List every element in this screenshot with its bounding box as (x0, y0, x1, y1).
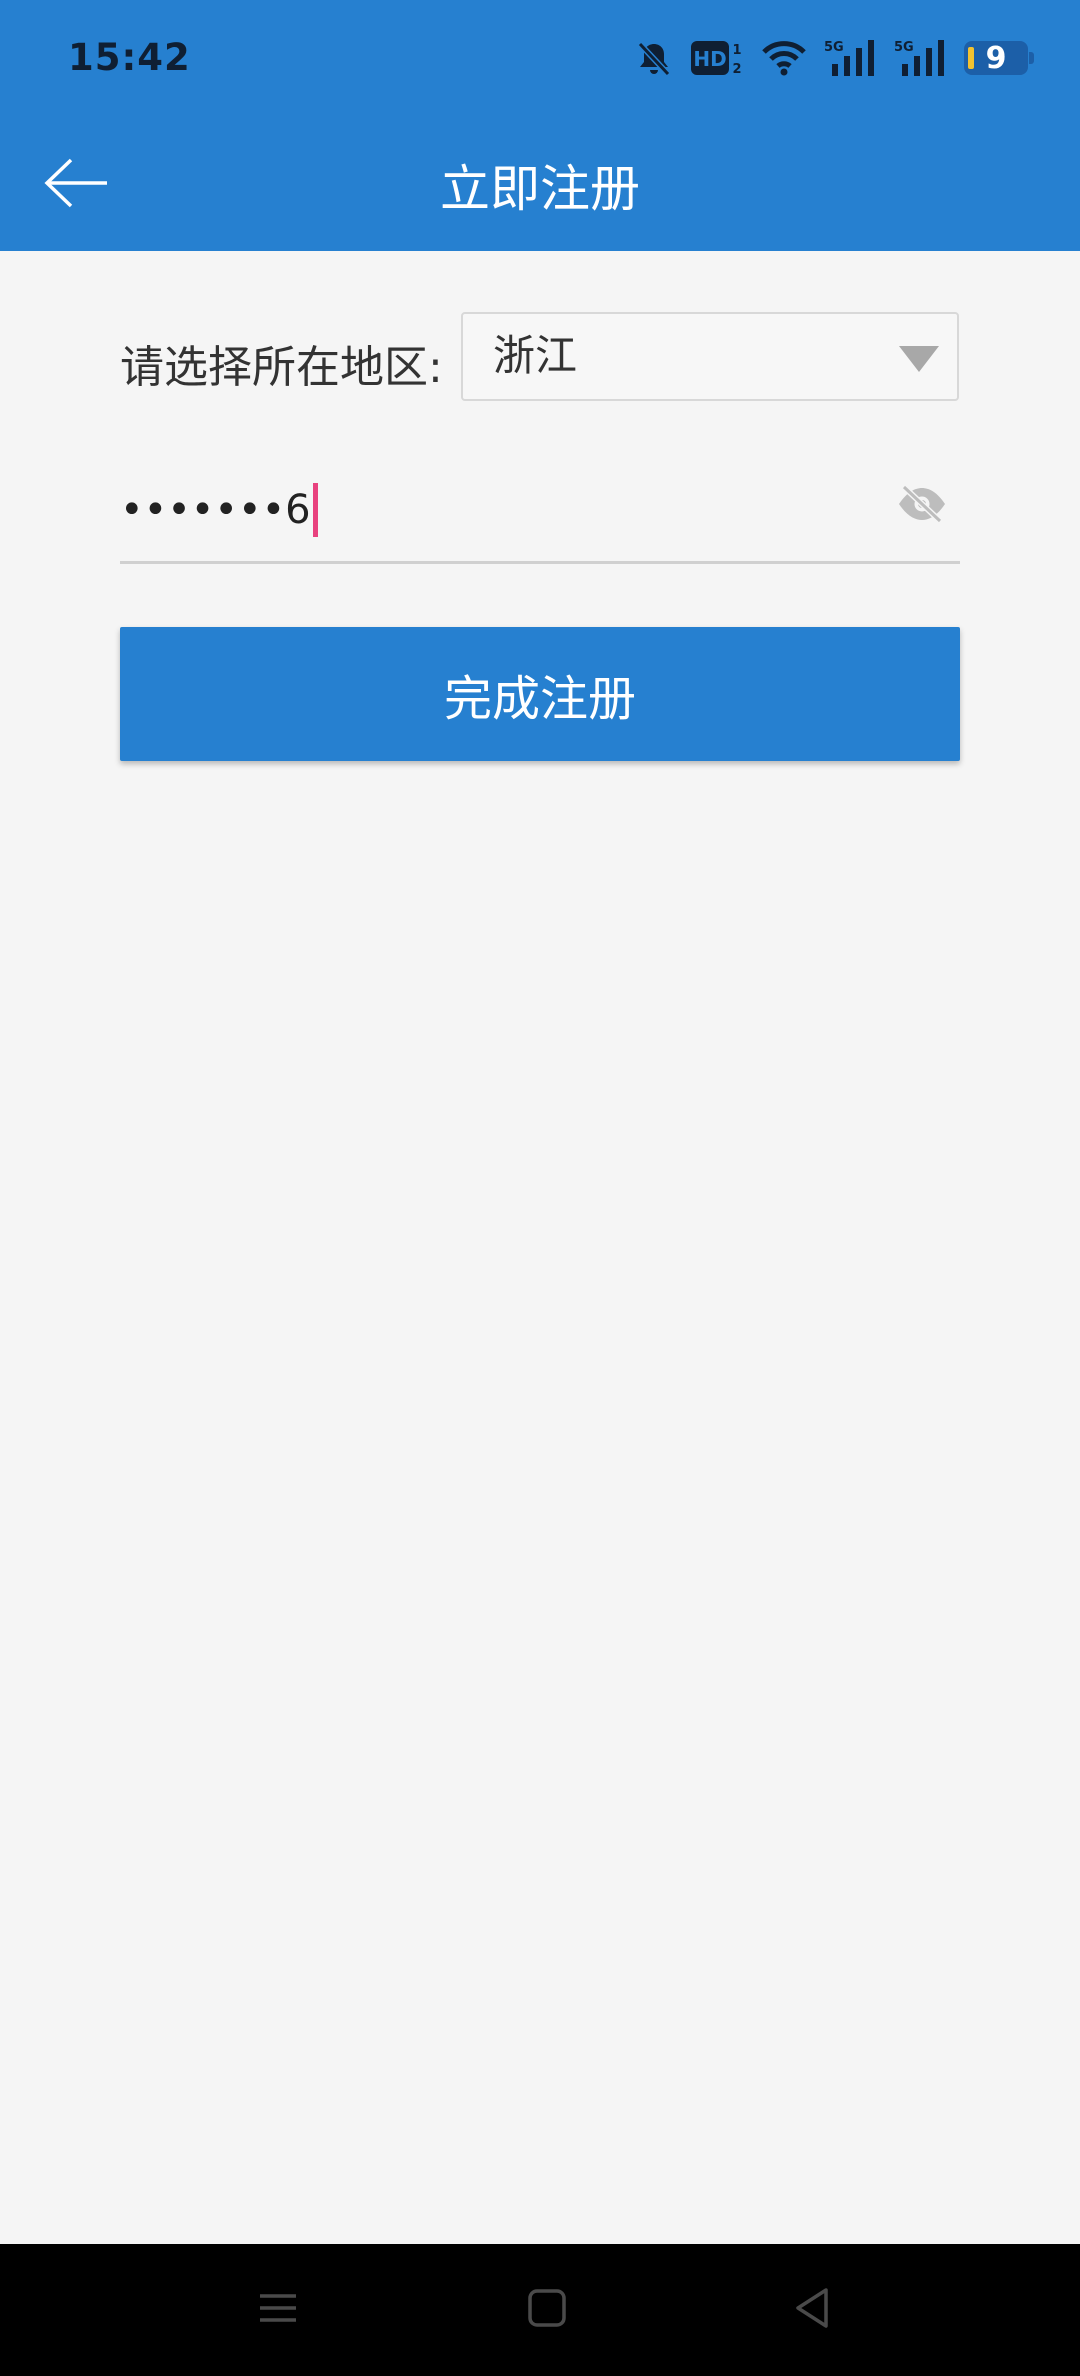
hd-voice-icon: HD 1 2 (690, 38, 744, 78)
bell-off-icon (634, 38, 674, 78)
complete-register-button[interactable]: 完成注册 (120, 627, 960, 761)
region-select[interactable]: 浙江 (461, 312, 959, 401)
password-field[interactable]: •••••••6 (120, 460, 960, 564)
signal-5g-icon: 5G (894, 38, 948, 78)
text-caret (312, 483, 318, 537)
back-icon (792, 2286, 832, 2334)
wifi-icon (760, 38, 808, 78)
nav-menu-button[interactable] (238, 2274, 318, 2346)
region-selected-value: 浙江 (493, 331, 578, 380)
password-value-wrapper: •••••••6 (120, 472, 318, 548)
menu-icon (258, 2288, 298, 2332)
home-icon (527, 2288, 567, 2332)
password-value: •••••••6 (120, 487, 311, 533)
svg-text:1: 1 (732, 43, 741, 58)
register-screen: 15:42 HD 1 2 5G 5G 9 立即注册 请选择所在地区: 浙江 ••… (0, 0, 1080, 2376)
region-label: 请选择所在地区: (120, 342, 443, 393)
battery-level: 9 (985, 40, 1007, 76)
dropdown-arrow-icon (899, 346, 939, 372)
svg-text:HD: HD (693, 47, 726, 71)
svg-text:2: 2 (732, 62, 741, 77)
page-title: 立即注册 (440, 160, 640, 218)
svg-text:5G: 5G (894, 40, 914, 55)
system-nav-bar (0, 2244, 1080, 2376)
battery-indicator: 9 (964, 40, 1034, 76)
svg-text:5G: 5G (824, 40, 844, 55)
status-time: 15:42 (68, 36, 191, 79)
password-visibility-toggle[interactable] (894, 478, 950, 534)
app-header: 15:42 HD 1 2 5G 5G 9 立即注册 (0, 0, 1080, 251)
status-icons: HD 1 2 5G 5G 9 (634, 36, 1034, 80)
nav-back-button[interactable] (772, 2274, 852, 2346)
signal-5g-icon: 5G (824, 38, 878, 78)
nav-home-button[interactable] (507, 2274, 587, 2346)
eye-off-icon (896, 484, 948, 528)
